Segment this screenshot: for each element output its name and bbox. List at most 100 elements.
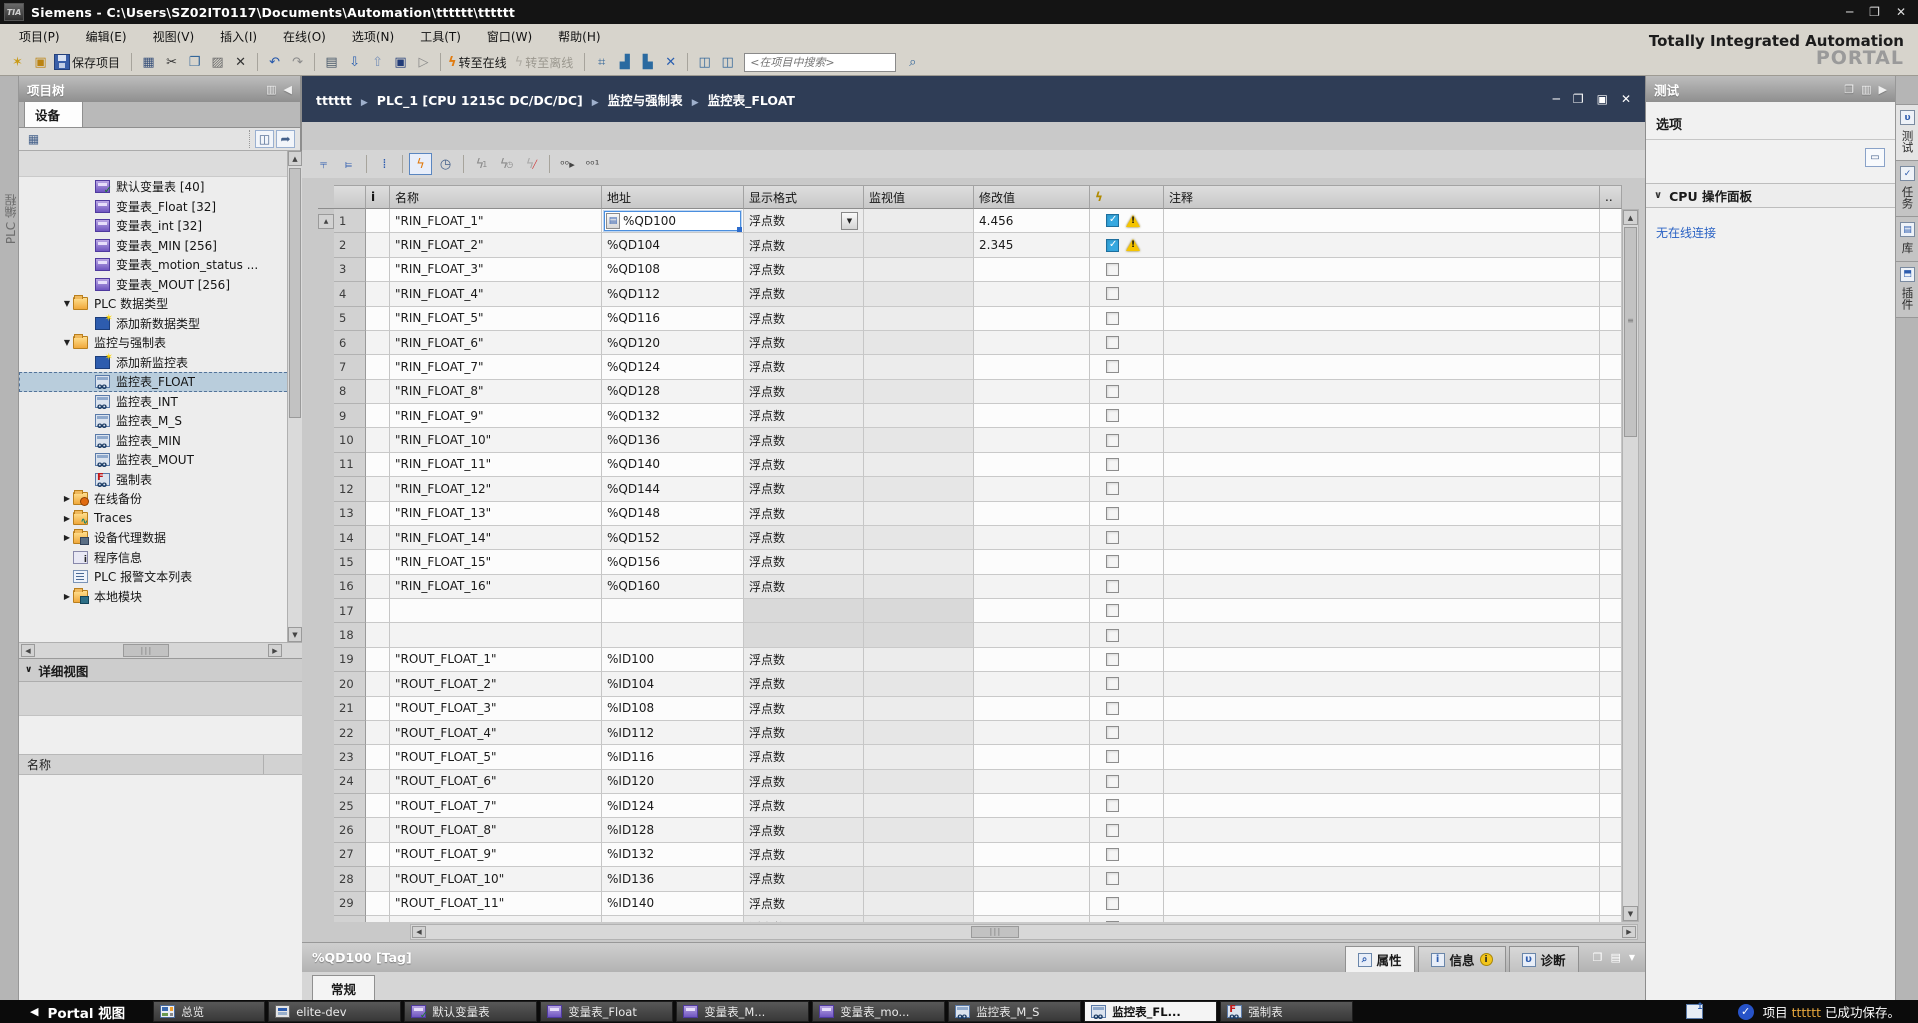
scroll-down-icon[interactable]: ▼ <box>288 627 302 642</box>
cell-info[interactable] <box>366 258 390 282</box>
cell-address[interactable]: %QD112 <box>602 282 744 306</box>
inspector-chevron-icon[interactable]: ▼ <box>1629 953 1635 962</box>
cell-display-format[interactable] <box>744 599 864 623</box>
add-row-icon[interactable]: ⫢ <box>337 153 360 175</box>
modify-checkbox[interactable] <box>1106 434 1119 447</box>
modify-checkbox[interactable] <box>1106 287 1119 300</box>
cell-info[interactable] <box>366 672 390 696</box>
cell-display-format[interactable]: 浮点数 <box>744 550 864 574</box>
row-number[interactable]: 14 <box>334 526 366 550</box>
cell-modify-value[interactable] <box>974 623 1090 647</box>
cell-info[interactable] <box>366 721 390 745</box>
tree-hscroll-thumb[interactable]: ∣∣∣ <box>123 644 169 657</box>
row-number[interactable]: 9 <box>334 404 366 428</box>
modify-checkbox[interactable] <box>1106 555 1119 568</box>
cell-comment[interactable] <box>1164 721 1600 745</box>
editor-close-icon[interactable]: ✕ <box>1621 92 1631 106</box>
cell-info[interactable] <box>366 599 390 623</box>
cell-info[interactable] <box>366 697 390 721</box>
menu-item[interactable]: 编辑(E) <box>73 25 140 48</box>
cell-address[interactable]: ▤%QD100 <box>602 209 744 233</box>
paste-icon[interactable]: ▨ <box>207 52 228 73</box>
tree-item[interactable]: ▼监控与强制表 <box>19 333 302 353</box>
inspector-float-icon[interactable]: ❐ <box>1593 951 1603 964</box>
taskbar-item[interactable]: 强制表 <box>1220 1001 1353 1022</box>
cell-comment[interactable] <box>1164 307 1600 331</box>
tab-diagnostics[interactable]: υ 诊断 <box>1509 946 1579 972</box>
cell-comment[interactable] <box>1164 355 1600 379</box>
cell-display-format[interactable]: 浮点数 <box>744 502 864 526</box>
modify-checkbox[interactable] <box>1106 312 1119 325</box>
cell-comment[interactable] <box>1164 502 1600 526</box>
modify-checkbox[interactable] <box>1106 824 1119 837</box>
row-number[interactable]: 3 <box>334 258 366 282</box>
taskbar-item[interactable]: 变量表_mo... <box>812 1001 945 1022</box>
options-window-icon[interactable]: ▭ <box>1865 148 1885 167</box>
col-name[interactable]: 名称 <box>390 185 602 209</box>
cell-name[interactable]: "ROUT_FLOAT_11" <box>390 892 602 916</box>
cell-comment[interactable] <box>1164 233 1600 257</box>
cell-modify-value[interactable] <box>974 307 1090 331</box>
row-number[interactable]: 17 <box>334 599 366 623</box>
cell-comment[interactable] <box>1164 258 1600 282</box>
column-view-icon[interactable]: ◫ <box>255 130 274 148</box>
col-format[interactable]: 显示格式 <box>744 185 864 209</box>
cell-display-format[interactable]: 浮点数 <box>744 331 864 355</box>
stop-simulation-icon[interactable]: ▙ <box>637 52 658 73</box>
cell-display-format[interactable]: 浮点数 <box>744 721 864 745</box>
cell-display-format[interactable]: 浮点数 <box>744 794 864 818</box>
col-address[interactable]: 地址 <box>602 185 744 209</box>
cell-modify-value[interactable] <box>974 867 1090 891</box>
start-cpu-icon[interactable]: ▣ <box>390 52 411 73</box>
cell-modify-value[interactable]: 2.345 <box>974 233 1090 257</box>
upload-icon[interactable]: ⇧ <box>367 52 388 73</box>
col-modify[interactable]: 修改值 <box>974 185 1090 209</box>
table-row[interactable]: 3"RIN_FLOAT_3"%QD108浮点数 <box>318 258 1622 282</box>
scroll-down-icon[interactable]: ▼ <box>1623 906 1638 921</box>
cell-info[interactable] <box>366 867 390 891</box>
cell-modify-value[interactable] <box>974 477 1090 501</box>
modify-checkbox[interactable] <box>1106 580 1119 593</box>
cell-name[interactable]: "RIN_FLOAT_10" <box>390 428 602 452</box>
table-row[interactable]: 10"RIN_FLOAT_10"%QD136浮点数 <box>318 428 1622 452</box>
table-row[interactable]: 2"RIN_FLOAT_2"%QD104浮点数2.345 <box>318 233 1622 257</box>
row-number[interactable]: 8 <box>334 380 366 404</box>
tree-item[interactable]: 强制表 <box>19 470 302 490</box>
tree-item[interactable]: ▼PLC 数据类型 <box>19 294 302 314</box>
modify-with-trigger-icon[interactable]: ϟ◷ <box>495 153 518 175</box>
cell-info[interactable] <box>366 550 390 574</box>
go-online-button[interactable]: ϟ转至在线 <box>447 52 512 73</box>
split-editor-horizontal-icon[interactable]: ◫ <box>694 52 715 73</box>
menu-item[interactable]: 窗口(W) <box>474 25 545 48</box>
print-icon[interactable]: ▦ <box>138 52 159 73</box>
cell-display-format[interactable]: 浮点数 <box>744 307 864 331</box>
table-row[interactable]: 9"RIN_FLOAT_9"%QD132浮点数 <box>318 404 1622 428</box>
table-row[interactable]: 28"ROUT_FLOAT_10"%ID136浮点数 <box>318 867 1622 891</box>
collapse-icon[interactable]: ▼ <box>61 338 73 347</box>
scroll-left-icon[interactable]: ◀ <box>412 926 426 938</box>
table-row[interactable]: 26"ROUT_FLOAT_8"%ID128浮点数 <box>318 818 1622 842</box>
side-tab-库[interactable]: ▤库 <box>1896 217 1918 262</box>
row-number[interactable]: 25 <box>334 794 366 818</box>
table-row[interactable]: 20"ROUT_FLOAT_2"%ID104浮点数 <box>318 672 1622 696</box>
undo-icon[interactable]: ↶ <box>264 52 285 73</box>
monitor-once-icon[interactable]: ◷ <box>434 153 457 175</box>
cell-address[interactable] <box>602 599 744 623</box>
breadcrumb-item[interactable]: PLC_1 [CPU 1215C DC/DC/DC] <box>377 93 583 108</box>
cell-name[interactable]: "RIN_FLOAT_9" <box>390 404 602 428</box>
scroll-up-icon[interactable]: ▲ <box>1623 210 1638 225</box>
modify-checkbox[interactable] <box>1106 507 1119 520</box>
table-vertical-scrollbar[interactable]: ▲ ≡ ▼ <box>1622 209 1639 922</box>
search-input[interactable] <box>744 53 896 72</box>
row-number[interactable]: 11 <box>334 453 366 477</box>
cell-name[interactable]: "RIN_FLOAT_14" <box>390 526 602 550</box>
row-number[interactable]: 5 <box>334 307 366 331</box>
cell-name[interactable]: "ROUT_FLOAT_8" <box>390 818 602 842</box>
cell-display-format[interactable]: 浮点数 <box>744 892 864 916</box>
cell-display-format[interactable]: 浮点数 <box>744 697 864 721</box>
cell-display-format[interactable]: 浮点数 <box>744 380 864 404</box>
cell-comment[interactable] <box>1164 282 1600 306</box>
modify-checkbox[interactable] <box>1106 775 1119 788</box>
tree-horizontal-scrollbar[interactable]: ◀ ∣∣∣ ▶ <box>19 642 302 658</box>
tree-item[interactable]: ▶在线备份 <box>19 489 302 509</box>
